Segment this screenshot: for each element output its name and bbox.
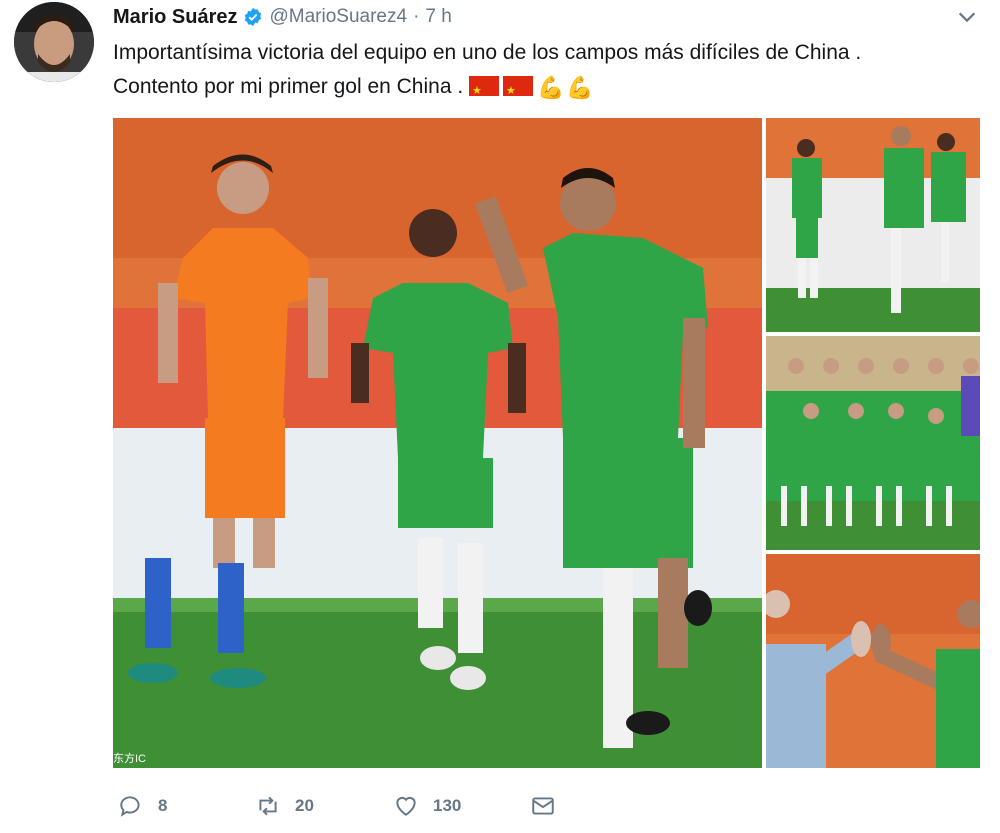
tweet-timestamp[interactable]: 7 h (425, 6, 451, 28)
tweet-text-line-1: Importantísima victoria del equipo en un… (113, 41, 862, 64)
like-button[interactable]: 130 (393, 790, 461, 822)
photo-thumbnail-2[interactable] (766, 336, 980, 550)
avatar[interactable] (14, 2, 94, 82)
avatar-image (14, 2, 94, 82)
verified-badge-icon (243, 7, 263, 27)
like-count: 130 (433, 796, 462, 815)
envelope-icon (532, 797, 554, 815)
photo-thumbnail-3[interactable] (766, 554, 980, 768)
heart-icon (396, 796, 416, 816)
photo-players-running (766, 118, 980, 332)
separator-dot: · (413, 6, 420, 27)
tweet-header: Mario Suárez @MarioSuarez4 · 7 h (113, 4, 452, 30)
more-options-chevron-down-icon[interactable] (956, 6, 978, 28)
photo-main[interactable]: 东方IC (113, 118, 762, 768)
photo-grid: 东方IC (113, 118, 980, 768)
flag-china-icon (469, 74, 500, 108)
reply-icon (120, 796, 140, 817)
tweet-text: Importantísima victoria del equipo en un… (113, 36, 983, 108)
author-name[interactable]: Mario Suárez (113, 6, 237, 29)
photo-thumbnail-1[interactable] (766, 118, 980, 332)
author-handle[interactable]: @MarioSuarez4 (269, 6, 407, 28)
photo-goal-celebration (113, 118, 762, 768)
photo-high-five (766, 554, 980, 768)
retweet-button[interactable]: 20 (255, 790, 314, 822)
flag-china-icon (503, 74, 534, 108)
flexed-biceps-icon: 💪 (566, 75, 594, 100)
tweet-text-line-2: Contento por mi primer gol en China . 💪💪 (113, 70, 983, 108)
retweet-icon (259, 796, 277, 816)
direct-message-button[interactable] (530, 790, 556, 822)
tweet-text-line-2-text: Contento por mi primer gol en China . (113, 75, 464, 98)
flexed-biceps-icon: 💪 (537, 75, 565, 100)
photo-team-lineup (766, 336, 980, 550)
retweet-count: 20 (295, 796, 314, 815)
reply-count: 8 (158, 796, 168, 815)
photo-watermark: 东方IC (113, 753, 146, 765)
reply-button[interactable]: 8 (118, 790, 167, 822)
